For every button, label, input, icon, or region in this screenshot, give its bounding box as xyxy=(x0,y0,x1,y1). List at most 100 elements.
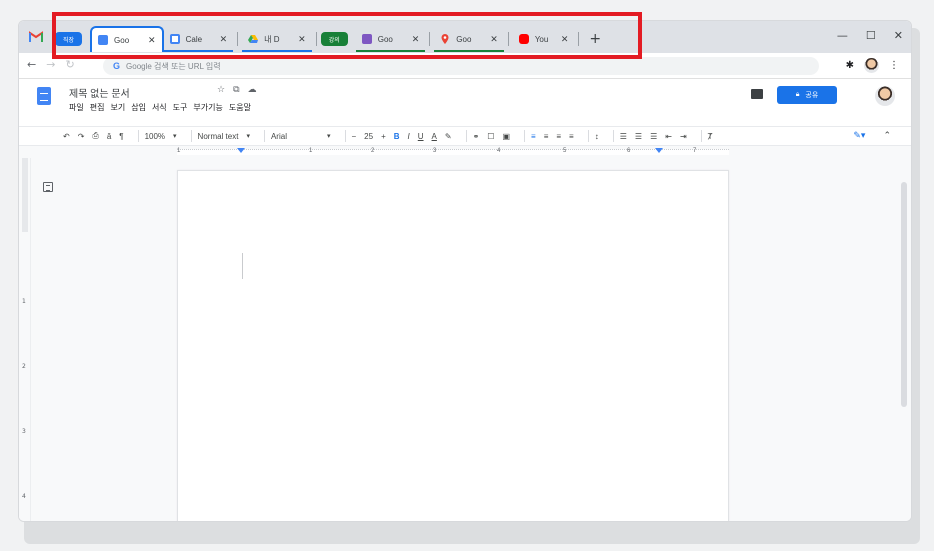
underline-button[interactable]: U xyxy=(418,132,424,141)
highlight-color-icon[interactable]: ✎ xyxy=(445,132,452,141)
vertical-ruler-margin xyxy=(22,158,28,232)
minimize-button[interactable]: — xyxy=(837,29,848,42)
paint-format-icon[interactable]: ¶ xyxy=(119,132,123,141)
ruler-number: 2 xyxy=(371,148,375,154)
style-select[interactable]: Normal text xyxy=(198,132,239,141)
vertical-ruler: 1 2 3 4 xyxy=(19,158,31,521)
redo-icon[interactable]: ↷ xyxy=(78,132,85,141)
font-size-input[interactable]: 25 xyxy=(364,132,373,141)
format-toolbar-right: ✎▾ ⌃ xyxy=(853,130,899,141)
increase-font-size-button[interactable]: + xyxy=(381,132,386,141)
menu-format[interactable]: 서식 xyxy=(152,102,167,113)
ruler-number: 7 xyxy=(693,148,697,154)
numbered-list-icon[interactable]: ☰ xyxy=(635,132,642,141)
maximize-button[interactable]: ☐ xyxy=(866,29,876,42)
spellcheck-icon[interactable]: ǎ xyxy=(107,132,111,141)
docs-logo-icon[interactable] xyxy=(37,87,51,105)
ruler-number: 6 xyxy=(627,148,631,154)
document-title[interactable]: 제목 없는 문서 xyxy=(69,85,130,100)
extensions-puzzle-icon[interactable]: ✱ xyxy=(846,60,854,71)
gmail-icon[interactable] xyxy=(29,31,43,42)
docs-header: 제목 없는 문서 ☆ ⧉ ☁ 파일 편집 보기 삽입 서식 도구 부가기능 도움… xyxy=(19,79,911,117)
menu-tools[interactable]: 도구 xyxy=(173,102,188,113)
share-label: 공유 xyxy=(805,92,819,99)
window-controls: — ☐ ✕ xyxy=(837,29,903,42)
toolbar-divider xyxy=(190,130,192,142)
ruler-number: 5 xyxy=(563,148,567,154)
decrease-font-size-button[interactable]: − xyxy=(352,132,357,141)
ruler-number: 1 xyxy=(309,148,313,154)
document-page[interactable] xyxy=(177,170,729,521)
toolbar-right: ✱ ⋮ xyxy=(846,58,899,73)
google-g-icon: G xyxy=(113,61,121,71)
title-icons: ☆ ⧉ ☁ xyxy=(217,85,257,95)
italic-button[interactable]: I xyxy=(408,132,410,141)
menu-addons[interactable]: 부가기능 xyxy=(193,102,222,113)
toolbar-divider xyxy=(137,130,139,142)
forward-arrow-icon[interactable]: → xyxy=(46,58,55,71)
bold-button[interactable]: B xyxy=(394,132,400,141)
back-arrow-icon[interactable]: ← xyxy=(27,58,36,71)
docs-menubar: 파일 편집 보기 삽입 서식 도구 부가기능 도움말 xyxy=(69,102,251,113)
menu-insert[interactable]: 삽입 xyxy=(131,102,146,113)
dropdown-arrow-icon: ▾ xyxy=(246,133,250,140)
align-justify-icon[interactable]: ≡ xyxy=(569,132,574,141)
vertical-scrollbar[interactable] xyxy=(901,182,907,407)
bulleted-list-icon[interactable]: ☰ xyxy=(650,132,657,141)
ruler-number: 4 xyxy=(497,148,501,154)
text-cursor xyxy=(242,253,243,279)
account-avatar[interactable] xyxy=(875,86,895,106)
insert-image-icon[interactable]: ▣ xyxy=(502,132,510,141)
left-indent-marker[interactable] xyxy=(237,148,245,153)
vertical-ruler-number: 3 xyxy=(22,428,26,435)
checklist-icon[interactable]: ☰ xyxy=(620,132,627,141)
menu-edit[interactable]: 편집 xyxy=(90,102,105,113)
move-folder-icon[interactable]: ⧉ xyxy=(233,85,239,95)
clear-formatting-icon[interactable]: Ⱦ xyxy=(708,132,713,141)
zoom-select[interactable]: 100% xyxy=(145,132,165,141)
ruler-text-area xyxy=(177,149,729,155)
add-comment-icon[interactable]: ☐ xyxy=(487,132,494,141)
toolbar-divider xyxy=(587,130,589,142)
close-window-button[interactable]: ✕ xyxy=(894,29,903,42)
insert-link-icon[interactable]: ⚭ xyxy=(473,132,480,141)
menu-file[interactable]: 파일 xyxy=(69,102,84,113)
comment-icon[interactable] xyxy=(751,89,763,99)
profile-avatar[interactable] xyxy=(864,58,879,73)
lock-icon: 🔒︎ xyxy=(795,91,800,98)
font-select[interactable]: Arial xyxy=(271,132,287,141)
dropdown-arrow-icon: ▾ xyxy=(326,133,331,140)
menu-view[interactable]: 보기 xyxy=(110,102,125,113)
browser-window: 직장 Goo ✕ Cale ✕ 내 D ✕ 강의 Goo ✕ Goo ✕ You… xyxy=(18,20,912,522)
reload-icon[interactable]: ↻ xyxy=(65,58,74,71)
cloud-status-icon[interactable]: ☁ xyxy=(248,85,257,95)
right-indent-marker[interactable] xyxy=(655,148,663,153)
toolbar-divider xyxy=(465,130,467,142)
collapse-menus-chevron-up-icon[interactable]: ⌃ xyxy=(883,130,891,141)
align-right-icon[interactable]: ≡ xyxy=(556,132,561,141)
format-toolbar: ↶ ↷ ⎙ ǎ ¶ 100% ▾ Normal text ▾ Arial ▾ −… xyxy=(19,126,911,146)
undo-icon[interactable]: ↶ xyxy=(63,132,70,141)
vertical-ruler-number: 1 xyxy=(22,298,26,305)
align-center-icon[interactable]: ≡ xyxy=(544,132,549,141)
toolbar-divider xyxy=(263,130,265,142)
align-left-icon[interactable]: ≡ xyxy=(531,132,536,141)
print-icon[interactable]: ⎙ xyxy=(92,131,98,141)
vertical-ruler-number: 2 xyxy=(22,363,26,370)
line-spacing-icon[interactable]: ↕ xyxy=(595,132,599,141)
toolbar-divider xyxy=(524,130,526,142)
menu-help[interactable]: 도움말 xyxy=(229,102,251,113)
increase-indent-icon[interactable]: ⇥ xyxy=(680,132,687,141)
toolbar-divider xyxy=(344,130,346,142)
document-outline-icon[interactable] xyxy=(43,182,53,192)
editing-mode-pencil-icon[interactable]: ✎▾ xyxy=(853,130,865,141)
more-menu-icon[interactable]: ⋮ xyxy=(889,60,899,71)
nav-buttons: ← → ↻ xyxy=(27,58,75,71)
address-bar[interactable]: G Google 검색 또는 URL 입력 xyxy=(103,57,819,75)
ruler-number: 3 xyxy=(433,148,437,154)
text-color-button[interactable]: A xyxy=(432,132,437,141)
star-icon[interactable]: ☆ xyxy=(217,85,225,95)
decrease-indent-icon[interactable]: ⇤ xyxy=(665,132,672,141)
vertical-ruler-number: 4 xyxy=(22,493,26,500)
share-button[interactable]: 🔒︎ 공유 xyxy=(777,86,837,104)
